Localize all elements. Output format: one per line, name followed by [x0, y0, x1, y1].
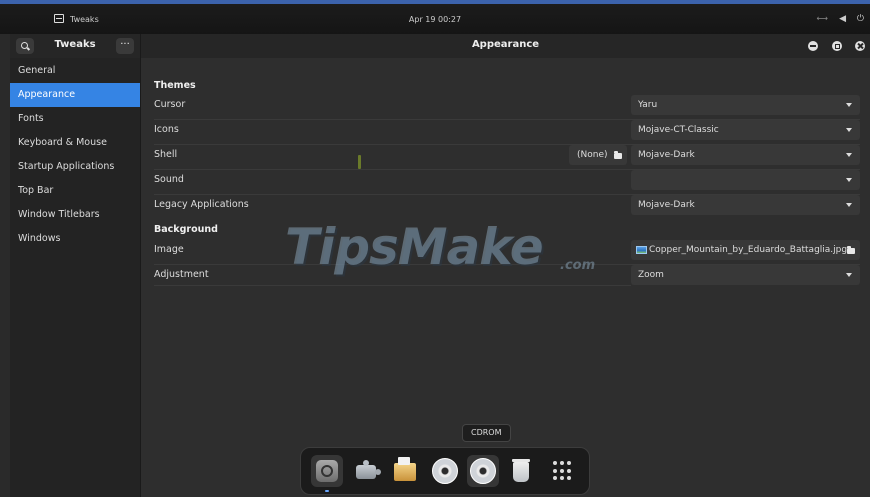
shell-file-value: (None): [577, 150, 608, 160]
shell-file-button[interactable]: (None): [569, 145, 627, 165]
settings-icon: [316, 460, 338, 482]
sidebar-item-fonts[interactable]: Fonts: [10, 107, 140, 131]
background-heading: Background: [154, 224, 218, 235]
cursor-label: Cursor: [154, 99, 186, 110]
adjustment-dropdown[interactable]: Zoom: [631, 265, 860, 285]
chevron-down-icon: [846, 103, 852, 107]
dock-item-files[interactable]: [389, 455, 421, 487]
app-grid-icon: [553, 461, 557, 465]
sidebar: Tweaks ··· General Appearance Fonts Keyb…: [10, 34, 141, 497]
legacy-applications-label: Legacy Applications: [154, 199, 249, 210]
icons-theme-value: Mojave-CT-Classic: [638, 125, 719, 135]
sidebar-item-startup-applications[interactable]: Startup Applications: [10, 155, 140, 179]
cdrom-icon: [432, 458, 458, 484]
sidebar-header: Tweaks ···: [10, 34, 140, 58]
shell-theme-value: Mojave-Dark: [638, 150, 695, 160]
cdrom-icon: [470, 458, 496, 484]
watermark-logo: TipsMake: [285, 218, 544, 276]
sidebar-item-general[interactable]: General: [10, 59, 140, 83]
mouse-cursor: [358, 155, 361, 169]
running-indicator: [325, 490, 329, 492]
chevron-down-icon: [846, 273, 852, 277]
page-title: Appearance: [471, 39, 540, 50]
icons-theme-dropdown[interactable]: Mojave-CT-Classic: [631, 120, 860, 140]
sidebar-list: General Appearance Fonts Keyboard & Mous…: [10, 59, 140, 251]
background-image-value: Copper_Mountain_by_Eduardo_Battaglia.jpg: [649, 245, 848, 255]
chevron-down-icon: [846, 178, 852, 182]
chevron-down-icon: [846, 203, 852, 207]
volume-icon[interactable]: ◀: [839, 14, 846, 24]
sidebar-item-window-titlebars[interactable]: Window Titlebars: [10, 203, 140, 227]
background-image-file-button[interactable]: Copper_Mountain_by_Eduardo_Battaglia.jpg: [631, 240, 860, 260]
sound-theme-dropdown[interactable]: [631, 170, 860, 190]
dock-item-trash[interactable]: [505, 455, 537, 487]
shell-label: Shell: [154, 149, 178, 160]
chevron-down-icon: [846, 153, 852, 157]
dock-item-extensions[interactable]: [351, 455, 383, 487]
close-button[interactable]: [855, 41, 865, 51]
sidebar-item-keyboard-mouse[interactable]: Keyboard & Mouse: [10, 131, 140, 155]
power-icon[interactable]: ⏻: [857, 14, 864, 24]
cursor-theme-dropdown[interactable]: Yaru: [631, 95, 860, 115]
legacy-theme-dropdown[interactable]: Mojave-Dark: [631, 195, 860, 215]
row-divider: [154, 285, 631, 286]
clock[interactable]: Apr 19 00:27: [0, 15, 870, 24]
adjustment-value: Zoom: [638, 270, 664, 280]
sound-label: Sound: [154, 174, 184, 185]
sidebar-item-top-bar[interactable]: Top Bar: [10, 179, 140, 203]
top-bar: Tweaks Apr 19 00:27 ⟷ ◀ ⏻: [0, 0, 870, 34]
desktop: Tweaks Apr 19 00:27 ⟷ ◀ ⏻ Tweaks ··· Gen…: [0, 0, 870, 497]
minimize-button[interactable]: [808, 41, 818, 51]
image-label: Image: [154, 244, 184, 255]
dock-tooltip: CDROM: [462, 424, 511, 442]
watermark-suffix: .com: [560, 258, 596, 273]
image-file-icon: [636, 246, 647, 254]
folder-icon: [614, 151, 622, 159]
chevron-down-icon: [846, 128, 852, 132]
adjustment-label: Adjustment: [154, 269, 209, 280]
dock-item-settings[interactable]: [311, 455, 343, 492]
header-bar: Appearance: [141, 34, 870, 58]
network-icon[interactable]: ⟷: [817, 14, 828, 23]
folder-icon: [847, 246, 855, 254]
sidebar-item-appearance[interactable]: Appearance: [10, 83, 140, 107]
shell-theme-dropdown[interactable]: Mojave-Dark: [631, 145, 860, 165]
sidebar-item-windows[interactable]: Windows: [10, 227, 140, 251]
files-icon: [394, 457, 416, 481]
more-menu-button[interactable]: ···: [116, 38, 134, 54]
extensions-icon: [356, 460, 381, 479]
trash-icon: [512, 459, 530, 482]
legacy-theme-value: Mojave-Dark: [638, 200, 695, 210]
cursor-theme-value: Yaru: [638, 100, 658, 110]
icons-label: Icons: [154, 124, 179, 135]
dock-item-cdrom-1[interactable]: [429, 455, 461, 487]
dock: [300, 447, 590, 495]
show-apps-button[interactable]: [545, 455, 577, 487]
maximize-button[interactable]: [832, 41, 842, 51]
themes-heading: Themes: [154, 80, 196, 91]
dock-item-cdrom-2[interactable]: [467, 455, 499, 487]
